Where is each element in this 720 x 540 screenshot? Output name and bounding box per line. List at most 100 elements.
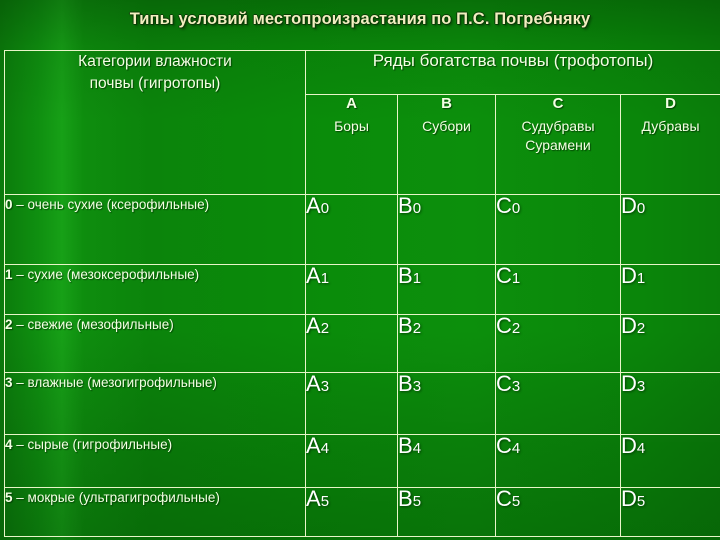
cell-a0-letter: A bbox=[306, 193, 321, 218]
column-header-a-name: Боры bbox=[334, 117, 369, 134]
cell-c1: C1 bbox=[495, 263, 621, 315]
cell-b0-letter: B bbox=[398, 193, 413, 218]
cell-b0: B0 bbox=[397, 193, 496, 265]
cell-a5-letter: A bbox=[306, 486, 321, 511]
cell-d0: D0 bbox=[619, 193, 720, 265]
cell-d1-letter: D bbox=[621, 263, 637, 288]
cell-c2-index: 2 bbox=[511, 320, 521, 337]
cell-a2-index: 2 bbox=[320, 320, 330, 337]
cell-b4: B4 bbox=[397, 434, 496, 488]
table-row: 3 – влажные (мезогигрофильные) A3 B3 C3 … bbox=[4, 371, 720, 435]
column-header-c-name2: Сурамени bbox=[525, 136, 591, 153]
hygrotope-label-1: 1 – сухие (мезоксерофильные) bbox=[4, 264, 306, 315]
hygrotope-number-3: 3 bbox=[5, 375, 13, 390]
cell-a2: A2 bbox=[305, 314, 398, 373]
hygrotope-label-0: 0 – очень сухие (ксерофильные) bbox=[4, 194, 306, 265]
cell-a3: A3 bbox=[305, 371, 398, 435]
cell-b1-letter: B bbox=[398, 263, 413, 288]
hygrotope-number-5: 5 bbox=[5, 490, 13, 505]
cell-d0-index: 0 bbox=[636, 200, 646, 217]
cell-d5-letter: D bbox=[621, 486, 637, 511]
cell-b3-letter: B bbox=[398, 371, 413, 396]
hygrotope-label-3: 3 – влажные (мезогигрофильные) bbox=[4, 372, 306, 435]
cell-d3-letter: D bbox=[621, 371, 637, 396]
cell-d5-index: 5 bbox=[636, 493, 646, 510]
hygrotope-label-5: 5 – мокрые (ультрагигрофильные) bbox=[4, 487, 306, 537]
column-header-b: B Субори bbox=[397, 94, 496, 195]
column-header-c: C Судубравы Сурамени bbox=[495, 94, 621, 195]
cell-b3-index: 3 bbox=[412, 378, 422, 395]
column-header-d: D Дубравы bbox=[619, 94, 720, 195]
cell-c4-letter: C bbox=[496, 433, 512, 458]
cell-c2: C2 bbox=[495, 314, 621, 373]
cell-b1: B1 bbox=[397, 263, 496, 315]
cell-d0-letter: D bbox=[621, 193, 637, 218]
table-row: 4 – сырые (гигрофильные) A4 B4 C4 D4 bbox=[4, 433, 720, 488]
table-header-row-trofotopy: Категории влажности почвы (гигротопы) Ря… bbox=[4, 50, 720, 195]
hygrotope-number-2: 2 bbox=[5, 317, 13, 332]
cell-d1: D1 bbox=[619, 263, 720, 315]
cell-a5: A5 bbox=[305, 486, 398, 537]
cell-c5: C5 bbox=[495, 486, 621, 537]
hygrotope-number-1: 1 bbox=[5, 267, 13, 282]
row-header-line-2: почвы (гигротопы) bbox=[89, 75, 221, 93]
row-header-hygrotopes: Категории влажности почвы (гигротопы) bbox=[4, 50, 306, 195]
cell-a3-letter: A bbox=[306, 371, 321, 396]
cell-d5: D5 bbox=[619, 486, 720, 537]
cell-d4-letter: D bbox=[621, 433, 637, 458]
hygrotope-dash-0: – bbox=[12, 197, 28, 212]
cell-a1-letter: A bbox=[306, 263, 321, 288]
cell-a0: A0 bbox=[305, 193, 398, 265]
hygrotope-dash-4: – bbox=[12, 437, 28, 452]
hygrotope-text-4: сырые (гигрофильные) bbox=[27, 437, 173, 452]
cell-d3-index: 3 bbox=[636, 378, 646, 395]
column-header-d-letter: D bbox=[665, 95, 676, 112]
cell-d4: D4 bbox=[619, 433, 720, 488]
cell-a1: A1 bbox=[305, 263, 398, 315]
cell-b0-index: 0 bbox=[412, 200, 422, 217]
cell-a5-index: 5 bbox=[320, 493, 330, 510]
column-header-b-name: Субори bbox=[422, 117, 471, 134]
cell-c1-index: 1 bbox=[511, 270, 521, 287]
column-header-a: A Боры bbox=[305, 94, 398, 195]
cell-a1-index: 1 bbox=[320, 270, 330, 287]
cell-b2: B2 bbox=[397, 313, 496, 373]
cell-c0: C0 bbox=[495, 194, 621, 265]
slide-title: Типы условий местопроизрастания по П.С. … bbox=[129, 10, 591, 28]
edaphic-grid-table-container: Категории влажности почвы (гигротопы) Ря… bbox=[4, 50, 720, 537]
cell-d1-index: 1 bbox=[636, 270, 646, 287]
cell-a3-index: 3 bbox=[320, 378, 330, 395]
cell-b5: B5 bbox=[397, 486, 496, 537]
cell-b4-index: 4 bbox=[412, 440, 422, 457]
cell-b2-index: 2 bbox=[412, 320, 422, 337]
hygrotope-text-2: свежие (мезофильные) bbox=[27, 317, 174, 332]
hygrotope-number-4: 4 bbox=[5, 437, 13, 452]
cell-c3: C3 bbox=[495, 371, 621, 435]
column-header-c-letter: C bbox=[552, 95, 564, 112]
cell-d2-index: 2 bbox=[636, 320, 646, 337]
cell-d4-index: 4 bbox=[636, 440, 646, 457]
cell-a4-letter: A bbox=[306, 433, 321, 458]
row-header-line-1: Категории влажности bbox=[78, 53, 232, 70]
cell-c1-letter: C bbox=[496, 263, 512, 288]
table-row: 1 – сухие (мезоксерофильные) A1 B1 C1 D1 bbox=[4, 263, 720, 315]
hygrotope-label-4: 4 – сырые (гигрофильные) bbox=[4, 434, 306, 488]
cell-c4-index: 4 bbox=[511, 440, 521, 457]
cell-d2: D2 bbox=[619, 314, 720, 373]
hygrotope-dash-2: – bbox=[12, 317, 28, 332]
column-header-c-name: Судубравы bbox=[521, 117, 595, 134]
cell-a4: A4 bbox=[305, 433, 398, 488]
cell-c5-letter: C bbox=[496, 486, 512, 511]
cell-b5-letter: B bbox=[398, 486, 413, 511]
hygrotope-text-3: влажные (мезогигрофильные) bbox=[27, 375, 217, 390]
hygrotope-text-5: мокрые (ультрагигрофильные) bbox=[27, 490, 220, 505]
cell-c3-letter: C bbox=[496, 371, 512, 396]
column-header-trofotopes-title: Ряды богатства почвы (трофотопы) bbox=[304, 50, 720, 95]
hygrotope-dash-5: – bbox=[12, 490, 28, 505]
cell-a4-index: 4 bbox=[320, 440, 330, 457]
cell-d3: D3 bbox=[619, 371, 720, 435]
cell-b2-letter: B bbox=[398, 313, 413, 338]
cell-b5-index: 5 bbox=[412, 493, 422, 510]
hygrotope-number-0: 0 bbox=[5, 197, 13, 212]
hygrotope-label-2: 2 – свежие (мезофильные) bbox=[4, 314, 306, 373]
